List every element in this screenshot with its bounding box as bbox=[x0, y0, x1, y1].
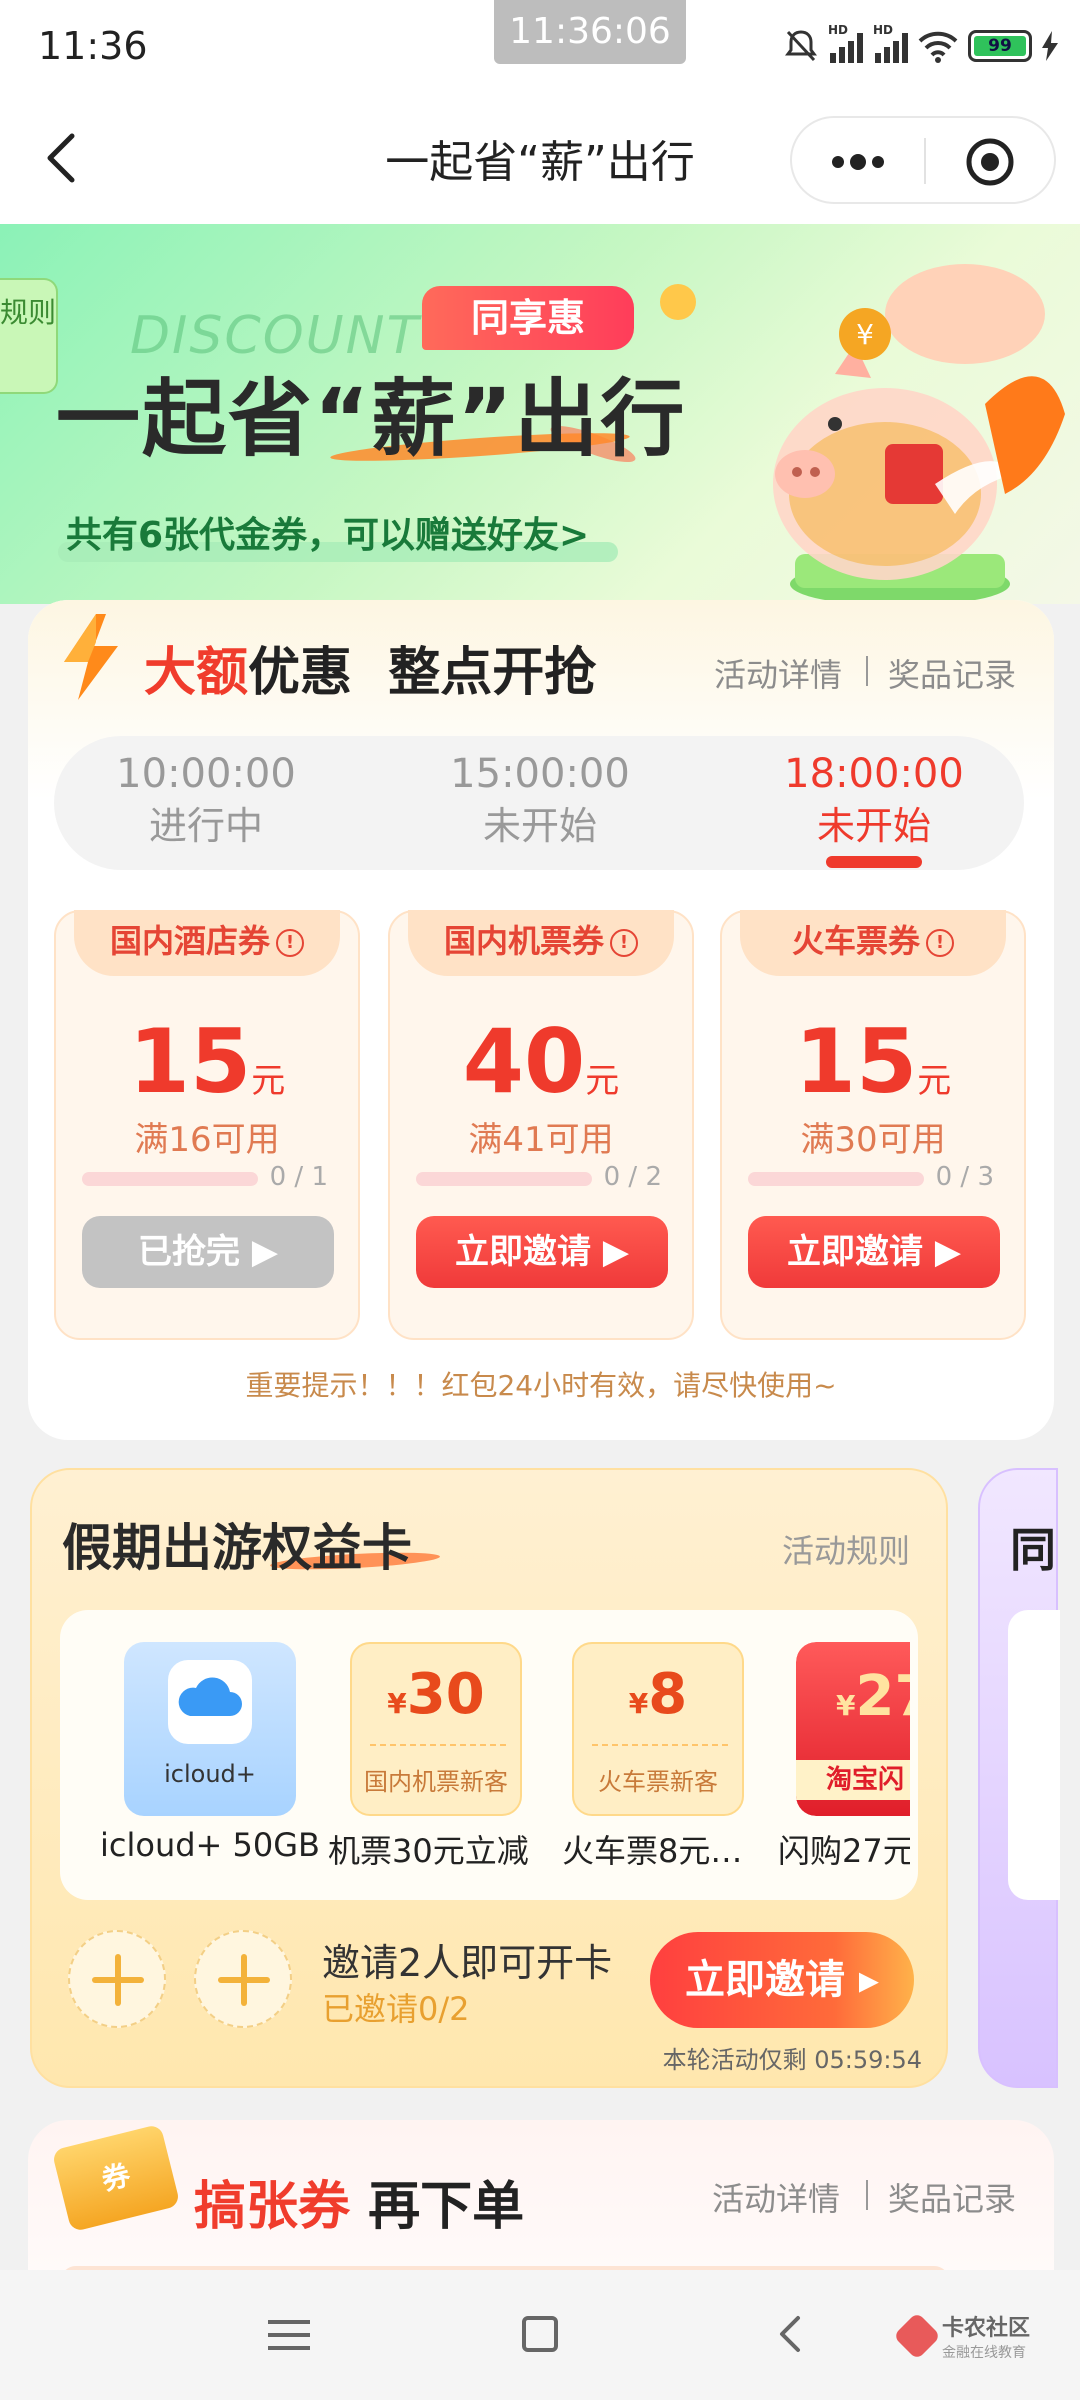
invite-slot-plus-icon[interactable] bbox=[68, 1930, 166, 2028]
coupon-name: 火车票券! bbox=[740, 910, 1006, 976]
progress-count: 0 / 3 bbox=[935, 1162, 994, 1192]
section-title-big-discount: 大额优惠 整点开抢 bbox=[144, 643, 597, 703]
sold-out-button[interactable]: 已抢完 ▶ bbox=[82, 1216, 334, 1288]
link-divider bbox=[866, 656, 868, 686]
battery-icon: 99 bbox=[968, 30, 1032, 62]
benefit-name: 火车票8元… bbox=[562, 1832, 743, 1870]
progress-bar bbox=[82, 1172, 258, 1186]
holiday-card-title: 假期出游权益卡 bbox=[62, 1519, 412, 1577]
time-slot-15[interactable]: 15:00:00 未开始 bbox=[390, 748, 690, 852]
charging-icon bbox=[1042, 31, 1058, 61]
status-time: 11:36 bbox=[38, 24, 148, 68]
coupon-flight: 国内机票券! 40元 满41可用 0 / 2 立即邀请 ▶ bbox=[388, 910, 694, 1340]
active-slot-indicator bbox=[826, 856, 922, 868]
coupon-name: 国内酒店券! bbox=[74, 910, 340, 976]
home-icon[interactable] bbox=[522, 2316, 558, 2352]
benefit-name: 闪购27元 bbox=[778, 1832, 910, 1870]
wifi-icon bbox=[918, 31, 958, 63]
coupon-condition: 满30可用 bbox=[800, 1120, 946, 1160]
bell-muted-icon bbox=[785, 30, 817, 62]
progress-count: 0 / 1 bbox=[269, 1162, 328, 1192]
progress-count: 0 / 2 bbox=[603, 1162, 662, 1192]
clock-overlay: 11:36:06 bbox=[494, 0, 686, 64]
menu-icon[interactable] bbox=[268, 2318, 310, 2352]
watermark: 卡农社区 金融在线教育 bbox=[892, 2310, 1030, 2362]
status-icons: HD HD 99 bbox=[784, 23, 1058, 68]
coupon-condition: 满41可用 bbox=[468, 1120, 614, 1160]
link-divider bbox=[866, 2180, 868, 2210]
round-countdown: 本轮活动仅剩 05:59:54 bbox=[662, 2046, 922, 2074]
svg-text:¥: ¥ bbox=[856, 318, 874, 351]
more-icon[interactable] bbox=[828, 148, 888, 176]
benefit-tile-train[interactable]: ¥8 火车票新客 bbox=[572, 1642, 744, 1816]
coin-icon bbox=[660, 284, 696, 320]
prize-records-link[interactable]: 奖品记录 bbox=[888, 650, 1016, 696]
capsule-divider bbox=[924, 138, 926, 184]
coupon-condition: 满16可用 bbox=[134, 1120, 280, 1160]
share-vouchers-link[interactable]: 共有6张代金券，可以赠送好友> bbox=[66, 506, 589, 558]
info-icon[interactable]: ! bbox=[926, 929, 954, 957]
piggy-bank-icon: ¥ bbox=[773, 264, 1065, 604]
rules-tab[interactable]: 规则 bbox=[0, 278, 58, 394]
prize-records-link[interactable]: 奖品记录 bbox=[888, 2174, 1016, 2220]
lightning-icon bbox=[64, 614, 118, 700]
invite-slot-plus-icon[interactable] bbox=[194, 1930, 292, 2028]
coupon-train: 火车票券! 15元 满30可用 0 / 3 立即邀请 ▶ bbox=[720, 910, 1026, 1340]
time-slot-10[interactable]: 10:00:00 进行中 bbox=[56, 748, 356, 852]
benefit-tile-taobao[interactable]: ¥27 淘宝闪 bbox=[796, 1642, 910, 1816]
info-icon[interactable]: ! bbox=[276, 929, 304, 957]
mini-program-capsule bbox=[790, 116, 1056, 204]
watermark-logo-icon bbox=[892, 2311, 942, 2361]
info-icon[interactable]: ! bbox=[610, 929, 638, 957]
voucher-section-title: 搞张券 再下单 bbox=[194, 2177, 525, 2237]
progress-bar bbox=[416, 1172, 592, 1186]
close-target-icon[interactable] bbox=[964, 136, 1016, 188]
activity-details-link[interactable]: 活动详情 bbox=[714, 650, 842, 696]
progress-bar bbox=[748, 1172, 924, 1186]
benefit-name: 机票30元立减 bbox=[328, 1832, 529, 1870]
important-notice: 重要提示！！！红包24小时有效，请尽快使用~ bbox=[245, 1369, 837, 1402]
invite-button[interactable]: 立即邀请 ▶ bbox=[416, 1216, 668, 1288]
invite-button[interactable]: 立即邀请 ▶ bbox=[748, 1216, 1000, 1288]
time-slot-18[interactable]: 18:00:00 未开始 bbox=[724, 748, 1024, 852]
benefit-tile-taobao-clip: ¥27 淘宝闪 bbox=[796, 1642, 910, 1816]
benefit-name: icloud+ 50GB bbox=[100, 1826, 320, 1864]
hero-title: 一起省“薪”出行 bbox=[56, 370, 687, 468]
invite-requirement: 邀请2人即可开卡 bbox=[322, 1941, 613, 1985]
back-icon[interactable] bbox=[776, 2314, 806, 2354]
signal-icon-2: HD bbox=[873, 23, 908, 63]
activity-details-link[interactable]: 活动详情 bbox=[712, 2174, 840, 2220]
benefit-tile-icloud[interactable]: icloud+ bbox=[124, 1642, 296, 1816]
icloud-icon bbox=[168, 1660, 252, 1744]
coupon-hotel: 国内酒店券! 15元 满16可用 0 / 1 已抢完 ▶ bbox=[54, 910, 360, 1340]
activity-rules-link[interactable]: 活动规则 bbox=[782, 1526, 910, 1572]
signal-icon: HD bbox=[828, 23, 863, 63]
shared-benefit-badge: 同享惠 bbox=[422, 286, 634, 350]
invite-now-button[interactable]: 立即邀请 ▸ bbox=[650, 1932, 914, 2028]
coupon-name: 国内机票券! bbox=[408, 910, 674, 976]
benefit-tile-flight[interactable]: ¥30 国内机票新客 bbox=[350, 1642, 522, 1816]
next-card-peek[interactable]: 同 bbox=[978, 1468, 1060, 2088]
invite-progress: 已邀请0/2 bbox=[322, 1990, 470, 2028]
